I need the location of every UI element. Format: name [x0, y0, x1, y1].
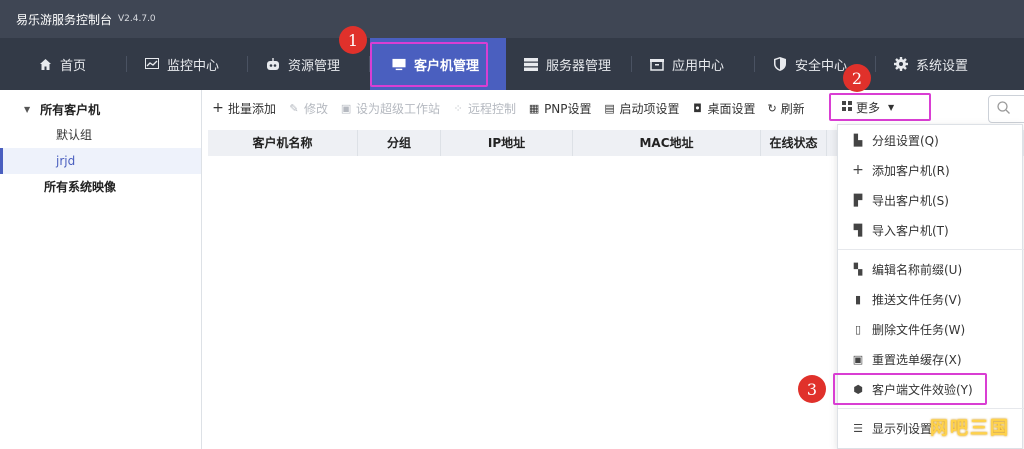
- tree-node-default-group[interactable]: 默认组: [0, 122, 201, 148]
- gear-icon: [894, 57, 908, 71]
- trash-icon: ▯: [854, 322, 862, 336]
- highlight-client-management: [370, 42, 488, 87]
- nav-label: 安全中心: [795, 58, 848, 74]
- caret-down-icon: ▼: [888, 102, 895, 112]
- startup-settings-button[interactable]: ▤ 启动项设置: [604, 100, 679, 117]
- refresh-icon: ↻: [767, 101, 777, 115]
- nav-label: 服务器管理: [546, 58, 612, 74]
- menu-item-add-client[interactable]: + 添加客户机(R): [838, 157, 1024, 183]
- search-icon: [997, 101, 1010, 117]
- title-bar: 易乐游服务控制台 V2.4.7.0: [0, 0, 1024, 38]
- batch-add-button[interactable]: + 批量添加: [212, 100, 276, 117]
- watermark-text: 网吧三国: [930, 418, 1010, 439]
- group-settings-icon: ▙: [853, 133, 863, 147]
- menu-item-push-file-task[interactable]: ▮ 推送文件任务(V): [838, 286, 1024, 312]
- remote-control-button[interactable]: ⁘ 远程控制: [452, 100, 516, 117]
- app-box-icon: [650, 57, 664, 71]
- nav-item-server[interactable]: 服务器管理: [506, 38, 632, 90]
- client-group-tree: ▼ 所有客户机 默认组 jrjd 所有系统映像: [0, 90, 202, 449]
- nav-label: 系统设置: [916, 58, 969, 74]
- more-button[interactable]: 更多 ▼: [836, 95, 894, 119]
- nav-item-settings[interactable]: 系统设置: [876, 38, 996, 90]
- menu-item-group-settings[interactable]: ▙ 分组设置(Q): [838, 127, 1024, 153]
- menu-item-delete-file-task[interactable]: ▯ 删除文件任务(W): [838, 316, 1024, 342]
- column-header[interactable]: 分组: [358, 130, 441, 156]
- column-header[interactable]: MAC地址: [573, 130, 761, 156]
- nav-label: 监控中心: [167, 58, 220, 74]
- home-icon: [38, 57, 52, 71]
- pnp-settings-button[interactable]: ▦ PNP设置: [528, 100, 592, 117]
- grid-icon: [842, 100, 852, 114]
- column-header[interactable]: 在线状态: [761, 130, 827, 156]
- menu-item-reset-menu-cache[interactable]: ▣ 重置选单缓存(X): [838, 346, 1024, 372]
- reset-cache-icon: ▣: [852, 352, 864, 366]
- top-nav: 首页 监控中心 资源管理 客户机管理 服务器管理 应用中心 安全中心 系统设置: [0, 38, 1024, 90]
- app-title: 易乐游服务控制台: [16, 12, 113, 27]
- step-badge-2: 2: [843, 64, 871, 92]
- workstation-icon: ▣: [340, 101, 352, 115]
- menu-item-import-clients[interactable]: ▜ 导入客户机(T): [838, 217, 1024, 243]
- nav-label: 首页: [60, 58, 87, 74]
- set-super-workstation-button[interactable]: ▣ 设为超级工作站: [340, 100, 440, 117]
- pnp-icon: ▦: [528, 101, 540, 115]
- desktop-icon: ◘: [693, 101, 702, 115]
- edit-prefix-icon: ▚: [853, 262, 863, 276]
- menu-item-edit-name-prefix[interactable]: ▚ 编辑名称前缀(U): [838, 256, 1024, 282]
- nav-label: 资源管理: [288, 58, 341, 74]
- refresh-button[interactable]: ↻ 刷新: [768, 100, 804, 117]
- column-header[interactable]: 客户机名称: [208, 130, 358, 156]
- export-icon: ▛: [853, 193, 863, 207]
- edit-icon: ✎: [289, 101, 299, 115]
- menu-divider: [838, 408, 1024, 409]
- resource-robot-icon: [266, 57, 280, 71]
- caret-down-icon[interactable]: ▼: [24, 105, 30, 114]
- column-header[interactable]: IP地址: [441, 130, 573, 156]
- plus-icon: +: [212, 100, 224, 116]
- import-icon: ▜: [853, 223, 863, 237]
- edit-button[interactable]: ✎ 修改: [288, 100, 328, 117]
- desktop-settings-button[interactable]: ◘ 桌面设置: [692, 100, 755, 117]
- step-badge-3: 3: [798, 375, 826, 403]
- plus-icon: +: [852, 162, 864, 178]
- remote-icon: ⁘: [453, 101, 463, 115]
- tree-node-all-system-images[interactable]: 所有系统映像: [0, 174, 201, 200]
- shield-icon: [773, 57, 787, 71]
- more-label: 更多: [856, 100, 881, 115]
- startup-icon: ▤: [604, 101, 615, 115]
- app-version: V2.4.7.0: [118, 14, 156, 24]
- nav-label: 应用中心: [672, 58, 725, 74]
- menu-divider: [838, 249, 1024, 250]
- server-stack-icon: [524, 57, 538, 71]
- menu-item-export-clients[interactable]: ▛ 导出客户机(S): [838, 187, 1024, 213]
- columns-icon: ☰: [853, 421, 863, 435]
- tree-node-jrjd[interactable]: jrjd: [0, 148, 201, 174]
- tree-node-label: 所有客户机: [40, 102, 101, 117]
- tree-node-all-clients[interactable]: ▼ 所有客户机: [0, 96, 201, 122]
- nav-item-app-center[interactable]: 应用中心: [632, 38, 755, 90]
- highlight-client-file-verify: [833, 373, 987, 405]
- monitor-chart-icon: [145, 57, 159, 71]
- client-toolbar: + 批量添加 ✎ 修改 ▣ 设为超级工作站 ⁘ 远程控制 ▦ PNP设置 ▤ 启动项设置 ◘…: [206, 96, 816, 120]
- search-input[interactable]: [988, 95, 1024, 123]
- push-file-icon: ▮: [854, 292, 862, 306]
- nav-item-monitor[interactable]: 监控中心: [127, 38, 248, 90]
- step-badge-1: 1: [339, 26, 367, 54]
- nav-item-home[interactable]: 首页: [20, 38, 127, 90]
